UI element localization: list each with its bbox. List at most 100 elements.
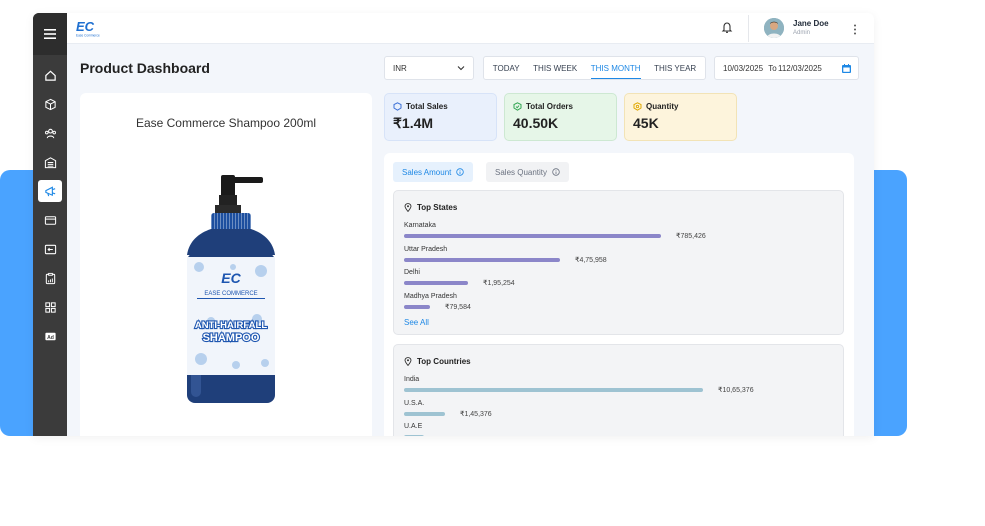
geo-row-bar bbox=[404, 435, 424, 436]
more-options-button[interactable] bbox=[853, 22, 857, 40]
top-states-header: Top States bbox=[404, 203, 457, 212]
quantity-label: Quantity bbox=[646, 102, 679, 111]
date-from: 10/03/2025 bbox=[723, 64, 764, 73]
geo-row-value: ₹4,75,958 bbox=[575, 256, 607, 264]
geography-panel: Sales Amount Sales Quantity Top States K… bbox=[384, 153, 854, 436]
stat-quantity: Quantity 45K bbox=[624, 93, 737, 141]
date-range-picker[interactable]: 10/03/2025 To 112/03/2025 bbox=[714, 56, 859, 80]
grid-icon bbox=[44, 301, 56, 313]
total-orders-value: 40.50K bbox=[513, 115, 559, 131]
see-all-link[interactable]: See All bbox=[404, 318, 429, 327]
geo-row-value: ₹79,584 bbox=[445, 303, 471, 311]
top-states-title: Top States bbox=[417, 203, 458, 212]
home-icon bbox=[44, 70, 56, 81]
label-line-1: ANTI-HAIRFALL bbox=[195, 320, 267, 331]
sidebar-item-home[interactable] bbox=[38, 64, 62, 86]
shield-icon bbox=[393, 102, 402, 111]
sidebar-item-products[interactable] bbox=[38, 93, 62, 115]
sidebar-nav: Ad bbox=[33, 55, 67, 347]
label-logo: EC bbox=[221, 270, 241, 286]
tab-this-year[interactable]: THIS YEAR bbox=[654, 58, 696, 78]
geo-row-name: Delhi bbox=[404, 269, 420, 276]
user-role: Admin bbox=[793, 30, 811, 36]
geo-row-value: ₹1,95,254 bbox=[483, 280, 515, 287]
tab-today[interactable]: TODAY bbox=[493, 58, 520, 78]
geo-row-bar bbox=[404, 234, 661, 238]
ease-commerce-logo-icon: EC Ease Commerce bbox=[76, 19, 100, 38]
notification-bell-button[interactable] bbox=[721, 21, 733, 39]
product-image: EC EASE COMMERCE ANTI-HAIRFALL SHAMPOO bbox=[187, 175, 275, 403]
sidebar-item-payments[interactable] bbox=[38, 209, 62, 231]
info-icon bbox=[456, 168, 465, 176]
megaphone-icon bbox=[44, 185, 55, 196]
top-countries-card: Top Countries India ₹10,65,376 U.S.A. ₹1,45… bbox=[393, 344, 844, 436]
warehouse-icon bbox=[44, 156, 56, 168]
geo-row-name: U.S.A. bbox=[404, 399, 425, 407]
geo-row-value: ₹10,65,376 bbox=[718, 387, 754, 394]
geo-row-name: India bbox=[404, 376, 420, 383]
bell-icon bbox=[721, 22, 733, 33]
sidebar-item-reports[interactable] bbox=[38, 267, 62, 289]
sidebar-item-customers[interactable] bbox=[38, 122, 62, 144]
chevron-down-icon bbox=[457, 66, 465, 71]
total-sales-value: ₹1.4M bbox=[393, 115, 434, 131]
sales-amount-label: Sales Amount bbox=[402, 167, 452, 177]
kebab-icon bbox=[854, 24, 856, 35]
sales-amount-toggle[interactable]: Sales Amount bbox=[393, 162, 474, 182]
currency-value: INR bbox=[393, 64, 407, 73]
sidebar-item-ads[interactable]: Ad bbox=[38, 325, 62, 347]
box-icon bbox=[44, 98, 56, 110]
sidebar-item-returns[interactable] bbox=[38, 238, 62, 260]
user-name[interactable]: Jane Doe bbox=[793, 19, 829, 28]
check-shield-icon bbox=[513, 102, 522, 111]
date-to-prefix: To bbox=[768, 64, 777, 73]
hamburger-menu-button[interactable] bbox=[33, 13, 67, 55]
info-icon bbox=[552, 168, 560, 176]
user-avatar-icon bbox=[764, 18, 784, 38]
sidebar-item-apps[interactable] bbox=[38, 296, 62, 318]
stat-total-sales: Total Sales ₹1.4M bbox=[384, 93, 497, 141]
brand-logo[interactable]: EC Ease Commerce bbox=[75, 18, 107, 43]
geo-row-bar bbox=[404, 257, 560, 262]
users-icon bbox=[44, 128, 56, 138]
page-title: Product Dashboard bbox=[80, 60, 210, 76]
label-line-2: SHAMPOO bbox=[203, 332, 260, 344]
svg-text:Ad: Ad bbox=[47, 334, 54, 340]
sidebar-item-marketing[interactable] bbox=[38, 180, 62, 202]
product-name: Ease Commerce Shampoo 200ml bbox=[135, 116, 317, 130]
currency-select[interactable]: INR bbox=[384, 56, 474, 80]
card-icon bbox=[44, 215, 56, 225]
stage: Ad EC Ease Commerce Jane Doe Admin Produ… bbox=[0, 0, 985, 526]
top-countries-title: Top Countries bbox=[417, 357, 471, 366]
sidebar-item-warehouse[interactable] bbox=[38, 151, 62, 173]
top-states-card: Top States Karnataka ₹785,426 Uttar Prades… bbox=[393, 190, 844, 335]
sales-quantity-toggle[interactable]: Sales Quantity bbox=[486, 162, 570, 182]
quantity-value: 45K bbox=[633, 115, 659, 131]
tab-this-week[interactable]: THIS WEEK bbox=[533, 58, 577, 78]
date-range-tabs: TODAY THIS WEEK THIS MONTH THIS YEAR bbox=[483, 56, 706, 80]
total-sales-label: Total Sales bbox=[406, 102, 448, 111]
clipboard-icon bbox=[45, 272, 55, 284]
sidebar: Ad bbox=[33, 13, 67, 436]
location-pin-icon bbox=[404, 357, 412, 366]
hamburger-icon bbox=[44, 29, 56, 39]
geo-row-value: ₹1,45,376 bbox=[460, 410, 492, 418]
geo-row-bar bbox=[404, 411, 445, 416]
hexagon-icon bbox=[633, 102, 642, 111]
geo-row-name: Karnataka bbox=[404, 222, 436, 229]
avatar[interactable] bbox=[764, 18, 784, 38]
geo-row-name: U.A.E bbox=[404, 423, 423, 430]
tab-this-month[interactable]: THIS MONTH bbox=[590, 58, 641, 79]
geo-row-bar bbox=[404, 281, 468, 285]
top-bar: EC Ease Commerce Jane Doe Admin bbox=[67, 13, 874, 44]
location-pin-icon bbox=[404, 203, 412, 212]
topbar-divider bbox=[748, 15, 749, 42]
app-window: Ad EC Ease Commerce Jane Doe Admin Produ… bbox=[33, 13, 874, 436]
product-card: Ease Commerce Shampoo 200ml EC EASE COMM… bbox=[80, 93, 372, 436]
date-to: 112/03/2025 bbox=[777, 64, 822, 73]
geo-row-value: ₹785,426 bbox=[676, 233, 706, 240]
svg-text:EC: EC bbox=[76, 19, 95, 34]
ad-icon: Ad bbox=[44, 332, 56, 340]
geo-row-bar bbox=[404, 304, 430, 309]
calendar-icon bbox=[842, 64, 851, 73]
